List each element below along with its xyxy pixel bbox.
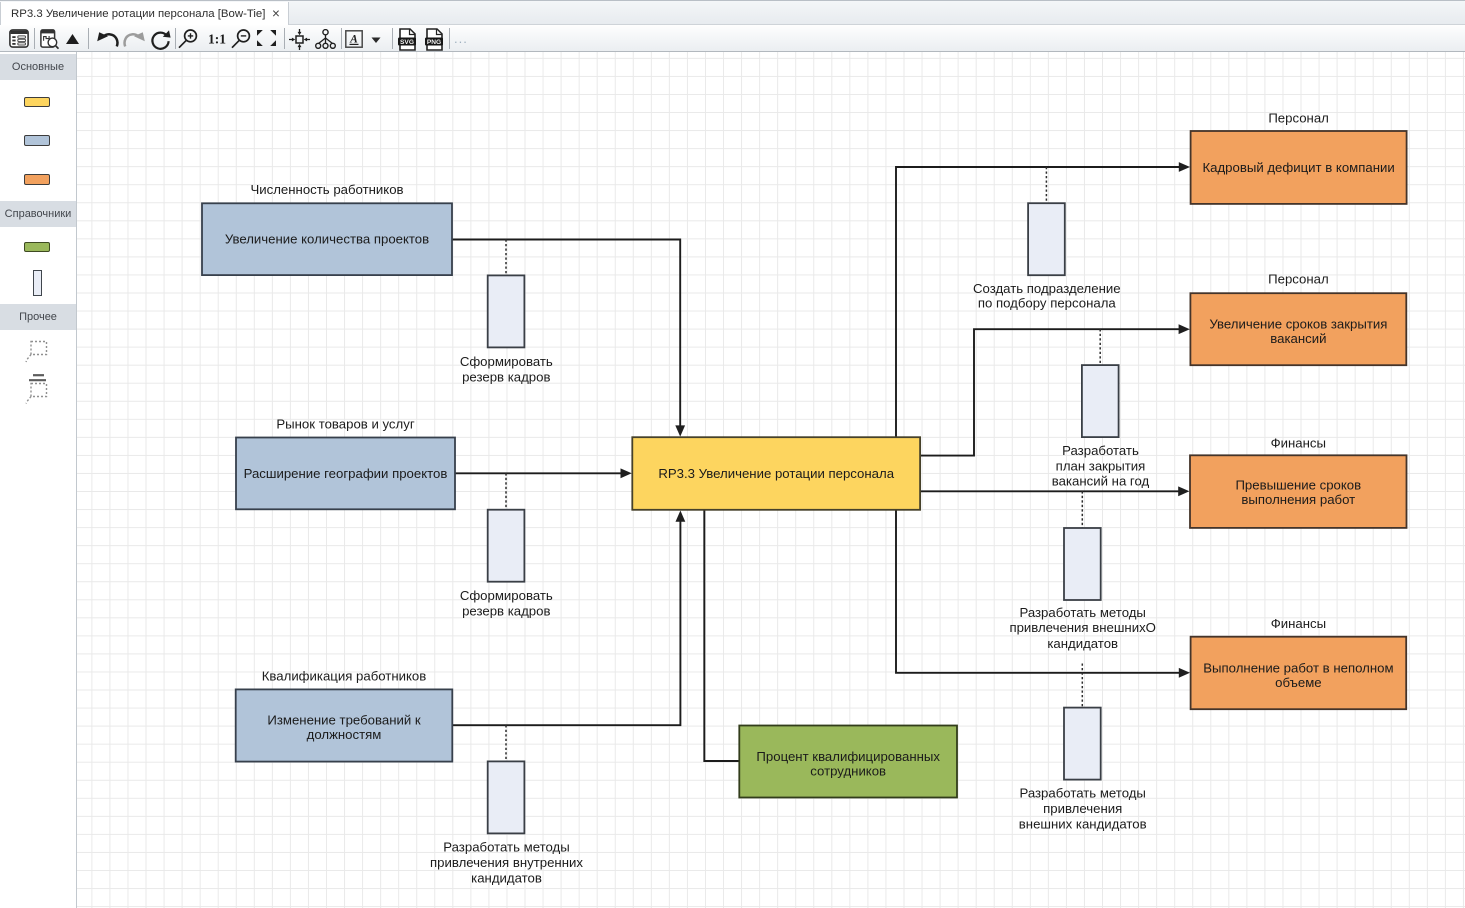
svg-text:Создать подразделение: Создать подразделение — [973, 281, 1121, 296]
svg-text:Выполнение работ в неполном: Выполнение работ в неполном — [1203, 660, 1393, 675]
svg-text:Превышение сроков: Превышение сроков — [1235, 478, 1361, 493]
svg-text:PNG: PNG — [427, 39, 441, 46]
svg-text:Финансы: Финансы — [1271, 616, 1326, 631]
svg-text:SVG: SVG — [400, 39, 414, 46]
svg-text:Разработать: Разработать — [1062, 443, 1139, 458]
svg-text:вакансий: вакансий — [1270, 331, 1326, 346]
svg-text:...: ... — [454, 31, 468, 46]
svg-text:Финансы: Финансы — [1271, 435, 1326, 450]
svg-text:вакансий на год: вакансий на год — [1052, 474, 1150, 489]
svg-text:Квалификация работников: Квалификация работников — [262, 668, 426, 683]
svg-text:резерв кадров: резерв кадров — [462, 604, 550, 619]
svg-text:Персонал: Персонал — [1268, 110, 1329, 125]
svg-text:должностям: должностям — [307, 727, 382, 742]
svg-text:Рынок товаров и услуг: Рынок товаров и услуг — [276, 416, 414, 431]
svg-text:привлечения: привлечения — [1043, 801, 1122, 816]
svg-text:Увеличение количества проектов: Увеличение количества проектов — [225, 232, 429, 247]
svg-text:Кадровый дефицит в компании: Кадровый дефицит в компании — [1202, 160, 1394, 175]
svg-text:Разработать методы: Разработать методы — [1019, 605, 1145, 620]
svg-text:Сформировать: Сформировать — [460, 354, 553, 369]
svg-text:сотрудников: сотрудников — [810, 764, 886, 779]
svg-text:Изменение требований к: Изменение требований к — [267, 713, 421, 728]
svg-text:Процент квалифицированных: Процент квалифицированных — [756, 749, 940, 764]
svg-text:Расширение географии проектов: Расширение географии проектов — [244, 466, 448, 481]
svg-text:Увеличение сроков закрытия: Увеличение сроков закрытия — [1209, 317, 1387, 332]
svg-text:объеме: объеме — [1275, 675, 1321, 690]
svg-text:внешних кандидатов: внешних кандидатов — [1019, 817, 1147, 832]
svg-text:Разработать методы: Разработать методы — [443, 840, 569, 855]
svg-text:кандидатов: кандидатов — [471, 870, 542, 885]
svg-text:Сформировать: Сформировать — [460, 588, 553, 603]
svg-text:выполнения работ: выполнения работ — [1241, 492, 1355, 507]
svg-text:план закрытия: план закрытия — [1056, 458, 1146, 473]
svg-text:кандидатов: кандидатов — [1047, 636, 1118, 651]
svg-text:привлечения внутренних: привлечения внутренних — [430, 855, 583, 870]
svg-text:Разработать методы: Разработать методы — [1019, 786, 1145, 801]
svg-text:Персонал: Персонал — [1268, 272, 1329, 287]
svg-text:резерв кадров: резерв кадров — [462, 369, 550, 384]
svg-text:привлечения внешнихО: привлечения внешнихО — [1009, 620, 1156, 635]
svg-text:Численность работников: Численность работников — [250, 182, 403, 197]
svg-text:A: A — [349, 34, 358, 46]
svg-text:RP3.3 Увеличение ротации персо: RP3.3 Увеличение ротации персонала — [658, 466, 894, 481]
svg-text:по подбору персонала: по подбору персонала — [978, 296, 1117, 311]
svg-text:1:1: 1:1 — [208, 32, 226, 47]
